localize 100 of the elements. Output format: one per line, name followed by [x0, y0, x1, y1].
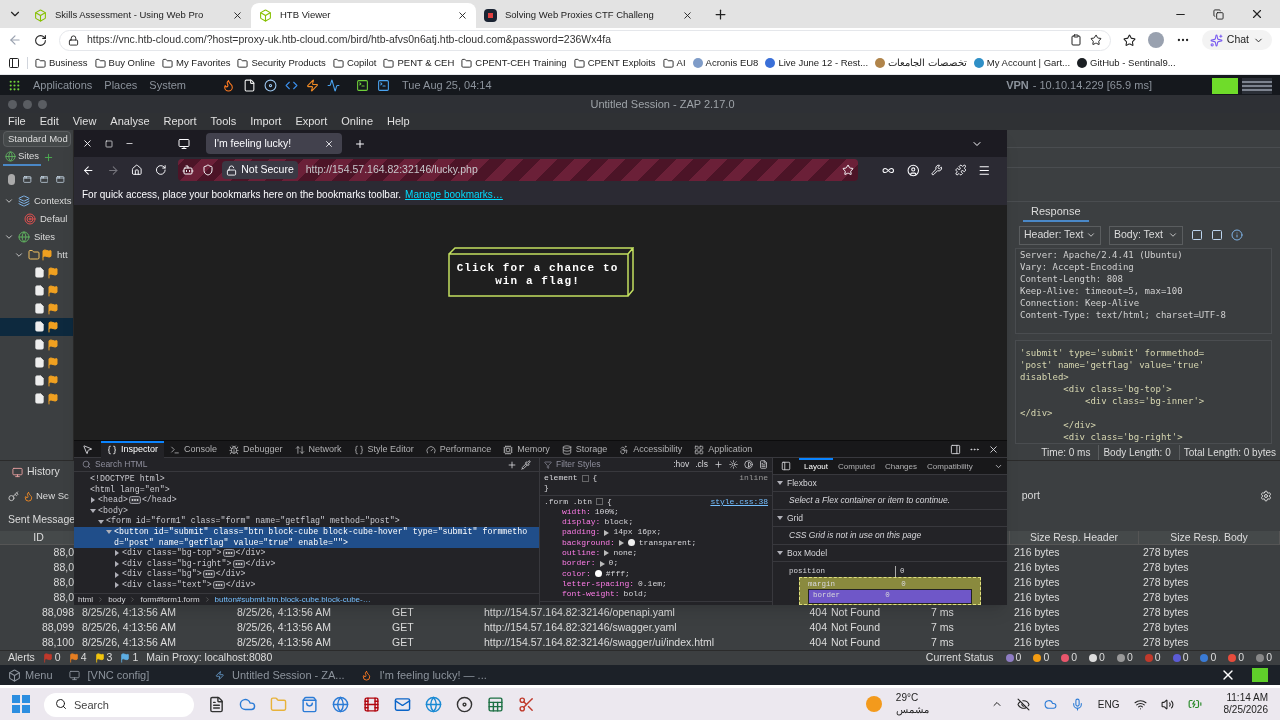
- devtools-tab[interactable]: Console: [164, 440, 224, 458]
- menu-item[interactable]: Import: [250, 113, 282, 130]
- bookmark-item[interactable]: Copilot: [332, 55, 377, 71]
- menu-item[interactable]: Tools: [210, 113, 237, 130]
- css-property[interactable]: letter-spacing:: [562, 578, 634, 590]
- devtools-tab[interactable]: Debugger: [223, 440, 289, 458]
- menu-item[interactable]: Help: [387, 113, 410, 130]
- breadcrumb-item[interactable]: form#form1.form: [140, 593, 200, 606]
- css-property[interactable]: display:: [562, 517, 601, 528]
- browser-tab[interactable]: HTB Viewer: [251, 3, 476, 28]
- menu-item[interactable]: Edit: [39, 113, 59, 130]
- sidebar-tab[interactable]: Layout: [799, 458, 834, 475]
- history-tab[interactable]: History: [8, 462, 64, 482]
- column-header[interactable]: Size Resp. Header: [1029, 529, 1119, 546]
- pseudo-toggle[interactable]: :hov: [673, 458, 690, 471]
- devtools-tab[interactable]: Storage: [555, 440, 614, 458]
- search-field[interactable]: Search HTML: [95, 458, 503, 471]
- section-header[interactable]: Flexbox: [773, 475, 1007, 492]
- bookmark-item[interactable]: My Favorites: [162, 55, 231, 71]
- rule-source[interactable]: inline: [739, 473, 768, 484]
- bookmark-item[interactable]: GitHub - Sentinal9...: [1077, 55, 1176, 71]
- markup-line[interactable]: <body>: [74, 505, 539, 517]
- tree-item[interactable]: Contexts: [0, 192, 73, 210]
- column-header[interactable]: ID: [33, 529, 44, 546]
- bookmark-item[interactable]: PENT & CEH: [383, 55, 455, 71]
- breadcrumb-item[interactable]: button#submit.btn.block-cube.block-cube-…: [214, 593, 371, 606]
- browser-tab[interactable]: I'm feeling lucky!: [206, 133, 342, 154]
- column-header[interactable]: Size Resp. Body: [1170, 529, 1248, 546]
- taskbar-item[interactable]: I'm feeling lucky! — ...: [360, 666, 491, 684]
- markup-line[interactable]: <div class="bg-right"> </div>: [74, 558, 539, 570]
- tree-item[interactable]: Sites: [0, 228, 73, 246]
- response-tab[interactable]: Response: [1023, 202, 1089, 222]
- sidebar-tab[interactable]: Compatibility: [922, 458, 978, 475]
- manage-bookmarks-link[interactable]: Manage bookmarks…: [405, 186, 503, 202]
- flag-button[interactable]: Click for a chance to win a flag!: [447, 247, 634, 297]
- menu-item[interactable]: Export: [295, 113, 328, 130]
- menu-button[interactable]: Menu: [8, 666, 53, 684]
- filter-field[interactable]: Filter Styles: [556, 458, 636, 471]
- security-indicator[interactable]: Not Secure: [222, 161, 298, 179]
- browser-tab[interactable]: Skills Assessment - Using Web Pro: [26, 3, 251, 28]
- bookmark-item[interactable]: My Account | Gart...: [973, 55, 1071, 71]
- devtools-tab[interactable]: Accessibility: [613, 440, 689, 458]
- devtools-tab[interactable]: Performance: [419, 440, 498, 458]
- panel-menu[interactable]: System: [149, 76, 187, 94]
- sidebar-tab[interactable]: Computed: [833, 458, 880, 475]
- markup-line[interactable]: <div class="text"> </div>: [74, 579, 539, 591]
- rule-source[interactable]: style.css:38: [710, 496, 768, 507]
- address-field[interactable]: Not Secure http://154.57.164.82:32146/lucky.php: [178, 159, 859, 181]
- section-header[interactable]: Grid: [773, 510, 1007, 527]
- bookmark-item[interactable]: Security Products: [237, 55, 326, 71]
- css-property[interactable]: border:: [562, 558, 605, 569]
- new-scan-button[interactable]: New Sc: [23, 488, 69, 504]
- markup-line[interactable]: <div class="bg"> </div>: [74, 569, 539, 580]
- devtools-tab[interactable]: Application: [688, 440, 759, 458]
- bookmark-item[interactable]: AI: [662, 55, 686, 71]
- search-field[interactable]: Search: [44, 693, 194, 717]
- markup-line[interactable]: <div class="bg-top"> </div>: [74, 548, 539, 559]
- sites-tab[interactable]: Sites: [3, 148, 42, 166]
- bookmark-item[interactable]: Buy Online: [94, 55, 156, 71]
- css-property[interactable]: outline:: [562, 548, 610, 559]
- bookmark-item[interactable]: Business: [35, 55, 88, 71]
- sidebar-tab[interactable]: Changes: [879, 458, 922, 475]
- browser-tab[interactable]: Solving Web Proxies CTF Challeng: [476, 3, 701, 28]
- css-property[interactable]: font-weight:: [562, 589, 620, 600]
- bookmark-item[interactable]: تخصصات الجامعات: [875, 55, 967, 71]
- mode-dropdown[interactable]: Standard Mod: [3, 131, 71, 147]
- devtools-tab[interactable]: Inspector: [101, 440, 165, 458]
- css-property[interactable]: color:: [562, 568, 591, 579]
- menu-item[interactable]: File: [8, 113, 26, 130]
- bookmark-item[interactable]: Live June 12 - Rest...: [765, 55, 869, 71]
- tree-item[interactable]: htt: [0, 246, 73, 264]
- devtools-tab[interactable]: Network: [288, 440, 348, 458]
- breadcrumb-item[interactable]: html: [78, 593, 94, 606]
- bookmark-item[interactable]: CPENT-CEH Training: [461, 55, 567, 71]
- taskbar-item[interactable]: Untitled Session - ZA...: [214, 666, 345, 684]
- taskbar-item[interactable]: [VNC config]: [68, 666, 199, 684]
- markup-line[interactable]: <!DOCTYPE html>: [74, 474, 539, 485]
- tree-item[interactable]: Defaul: [0, 210, 73, 228]
- devtools-tab[interactable]: Style Editor: [347, 440, 420, 458]
- address-field[interactable]: https://vnc.htb-cloud.com/?host=proxy-uk.htb-cloud.com/bird/htb-afvs0n6atj.htb-cloud.com&password=236Wx4fa: [59, 29, 1111, 51]
- menu-item[interactable]: Analyse: [110, 113, 150, 130]
- devtools-tab[interactable]: Memory: [497, 440, 556, 458]
- chat-button[interactable]: Chat: [1201, 30, 1272, 50]
- bookmark-item[interactable]: Acronis EU8: [692, 55, 759, 71]
- menu-item[interactable]: Online: [341, 113, 373, 130]
- class-toggle[interactable]: .cls: [695, 458, 708, 471]
- body-view-dropdown[interactable]: Body: Text: [1109, 225, 1183, 245]
- markup-line[interactable]: <html lang="en">: [74, 484, 539, 496]
- section-header[interactable]: Box Model: [773, 545, 1007, 562]
- markup-line[interactable]: <head> </head>: [74, 495, 539, 506]
- bookmark-item[interactable]: CPENT Exploits: [573, 55, 656, 71]
- panel-menu[interactable]: Places: [104, 76, 138, 94]
- menu-item[interactable]: Report: [163, 113, 197, 130]
- css-property[interactable]: width:: [562, 506, 591, 518]
- css-property[interactable]: background:: [562, 537, 624, 549]
- menu-item[interactable]: View: [72, 113, 97, 130]
- breadcrumb-item[interactable]: body: [108, 593, 126, 606]
- panel-menu[interactable]: Applications: [33, 76, 93, 94]
- header-view-dropdown[interactable]: Header: Text: [1019, 225, 1101, 245]
- css-property[interactable]: padding:: [562, 527, 610, 538]
